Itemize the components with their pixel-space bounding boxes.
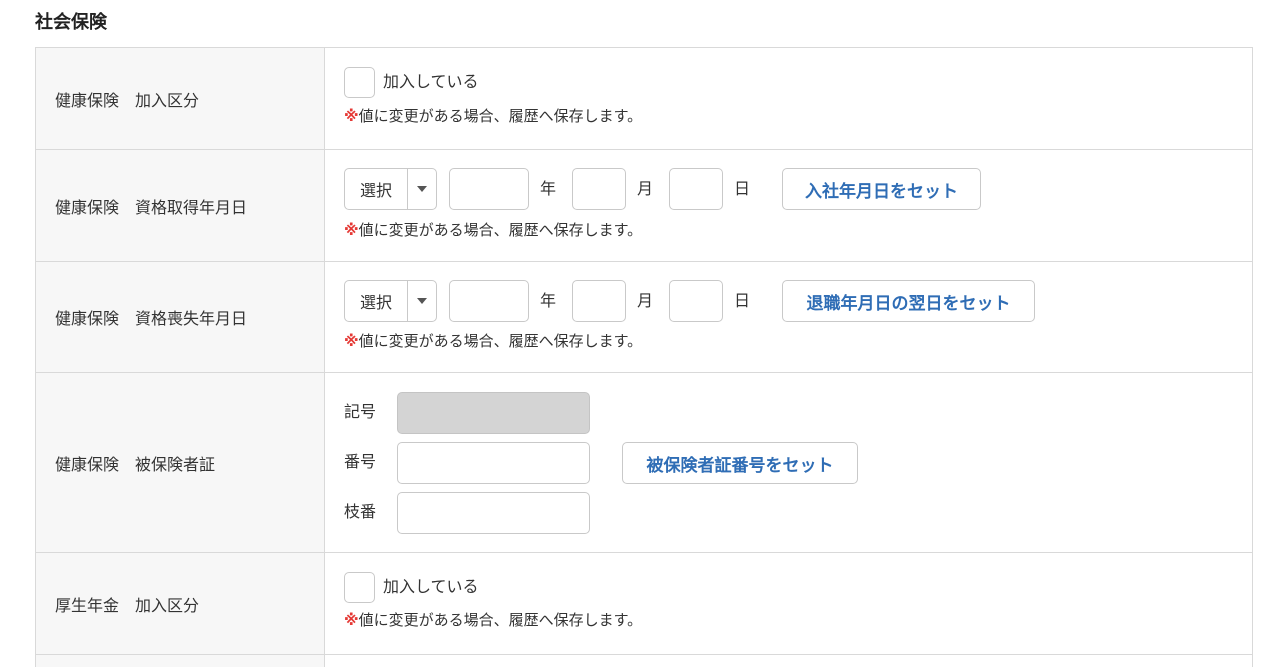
row-label: 厚生年金 加入区分 — [36, 553, 325, 654]
row-label: 健康保険 加入区分 — [36, 48, 325, 149]
row-content: 記号 番号 被保険者証番号をセット 枝番 — [325, 373, 1252, 552]
checkbox-label: 加入している — [383, 72, 479, 91]
social-insurance-form: 健康保険 加入区分 加入している ※値に変更がある場合、履歴へ保存します。 健康… — [35, 47, 1253, 667]
caret-down-icon — [408, 281, 436, 321]
day-unit: 日 — [734, 179, 751, 198]
era-select[interactable]: 選択 — [344, 280, 437, 322]
note-text: 値に変更がある場合、履歴へ保存します。 — [358, 107, 643, 125]
month-unit: 月 — [637, 179, 654, 198]
row-content: 加入している ※値に変更がある場合、履歴へ保存します。 — [325, 553, 1252, 654]
era-select-value: 選択 — [345, 281, 408, 321]
row-label: 健康保険 資格取得年月日 — [36, 150, 325, 261]
history-note: ※値に変更がある場合、履歴へ保存します。 — [344, 611, 642, 629]
caret-down-icon — [408, 169, 436, 209]
day-unit: 日 — [734, 291, 751, 310]
row-label: 健康保険 資格喪失年月日 — [36, 262, 325, 372]
number-input[interactable] — [397, 442, 590, 484]
row-next-partial — [36, 655, 1252, 667]
set-hire-date-button[interactable]: 入社年月日をセット — [782, 168, 981, 210]
era-select[interactable]: 選択 — [344, 168, 437, 210]
row-health-insurance-card: 健康保険 被保険者証 記号 番号 被保険者証番号をセット 枝番 — [36, 373, 1252, 553]
row-health-insurance-acquisition-date: 健康保険 資格取得年月日 選択 年 月 日 入社年月日をセット ※値に変更がある… — [36, 150, 1252, 262]
row-pension-enrollment: 厚生年金 加入区分 加入している ※値に変更がある場合、履歴へ保存します。 — [36, 553, 1252, 655]
number-label: 番号 — [344, 452, 377, 471]
year-input[interactable] — [449, 168, 529, 210]
note-mark: ※ — [344, 107, 359, 125]
row-health-insurance-loss-date: 健康保険 資格喪失年月日 選択 年 月 日 退職年月日の翌日をセット ※値に変更… — [36, 262, 1252, 373]
note-mark: ※ — [344, 611, 359, 629]
row-health-insurance-enrollment: 健康保険 加入区分 加入している ※値に変更がある場合、履歴へ保存します。 — [36, 48, 1252, 150]
month-unit: 月 — [637, 291, 654, 310]
year-unit: 年 — [540, 179, 557, 198]
enrollment-checkbox[interactable] — [344, 67, 375, 98]
month-input[interactable] — [572, 168, 626, 210]
note-mark: ※ — [344, 221, 359, 239]
symbol-input — [397, 392, 590, 434]
note-mark: ※ — [344, 332, 359, 350]
checkbox-label: 加入している — [383, 577, 479, 596]
branch-input[interactable] — [397, 492, 590, 534]
history-note: ※値に変更がある場合、履歴へ保存します。 — [344, 221, 642, 239]
history-note: ※値に変更がある場合、履歴へ保存します。 — [344, 107, 642, 125]
branch-label: 枝番 — [344, 502, 377, 521]
year-unit: 年 — [540, 291, 557, 310]
note-text: 値に変更がある場合、履歴へ保存します。 — [358, 221, 643, 239]
day-input[interactable] — [669, 168, 723, 210]
row-label: 健康保険 被保険者証 — [36, 373, 325, 552]
day-input[interactable] — [669, 280, 723, 322]
note-text: 値に変更がある場合、履歴へ保存します。 — [358, 332, 643, 350]
note-text: 値に変更がある場合、履歴へ保存します。 — [358, 611, 643, 629]
set-card-number-button[interactable]: 被保険者証番号をセット — [622, 442, 858, 484]
section-title: 社会保険 — [35, 12, 107, 33]
row-content — [325, 655, 1252, 667]
row-content: 選択 年 月 日 入社年月日をセット ※値に変更がある場合、履歴へ保存します。 — [325, 150, 1252, 261]
enrollment-checkbox[interactable] — [344, 572, 375, 603]
row-content: 加入している ※値に変更がある場合、履歴へ保存します。 — [325, 48, 1252, 149]
era-select-value: 選択 — [345, 169, 408, 209]
year-input[interactable] — [449, 280, 529, 322]
month-input[interactable] — [572, 280, 626, 322]
history-note: ※値に変更がある場合、履歴へ保存します。 — [344, 332, 642, 350]
row-label — [36, 655, 325, 667]
symbol-label: 記号 — [344, 402, 377, 421]
row-content: 選択 年 月 日 退職年月日の翌日をセット ※値に変更がある場合、履歴へ保存しま… — [325, 262, 1252, 372]
set-day-after-retirement-button[interactable]: 退職年月日の翌日をセット — [782, 280, 1035, 322]
